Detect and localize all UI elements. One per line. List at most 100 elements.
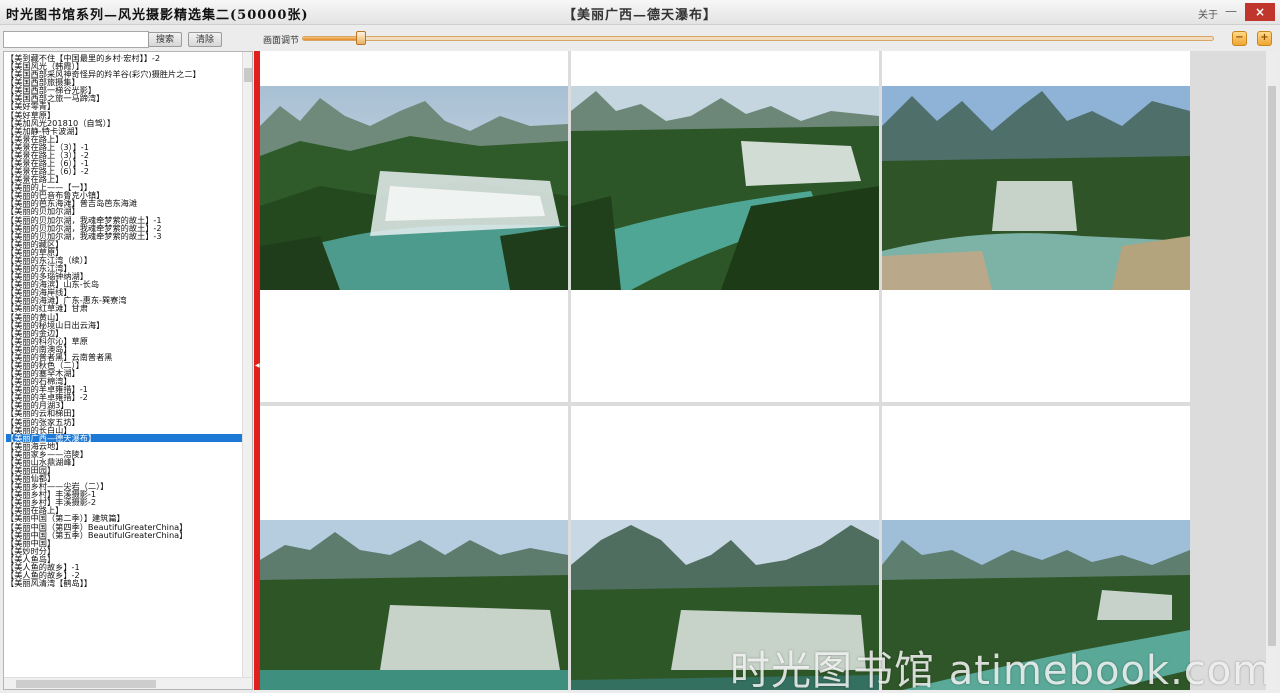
- album-list-item[interactable]: 【美国西部一梯谷光影】: [6, 86, 242, 94]
- album-list: 【美到藏不住【中国最里的乡村·宏村】】-2 【美国风光（韩霞）】 【美国西部采风神奇…: [3, 51, 253, 690]
- search-button[interactable]: 搜索: [148, 32, 182, 47]
- album-list-item[interactable]: 【美人鱼的故乡】-1: [6, 563, 242, 571]
- album-list-item[interactable]: 【美丽的海滩】广东-惠东-巽寮湾: [6, 296, 242, 304]
- album-list-item[interactable]: 【美丽的石棉湾】: [6, 377, 242, 385]
- album-list-item[interactable]: 【美丽的贝加尔湖】: [6, 207, 242, 215]
- album-list-item[interactable]: 【美景在路上（6）】-2: [6, 167, 242, 175]
- album-list-item[interactable]: 【美景在路上（3）】-1: [6, 143, 242, 151]
- album-list-item[interactable]: 【美景在路上（6）】-1: [6, 159, 242, 167]
- album-list-item[interactable]: 【美丽中国（第二季）】建筑篇】: [6, 514, 242, 522]
- album-list-item[interactable]: 【美丽的科尔沁】草原: [6, 337, 242, 345]
- album-list-item[interactable]: 【美丽的黄山】: [6, 313, 242, 321]
- album-list-item[interactable]: 【美人鱼的故乡】-2: [6, 571, 242, 579]
- list-vertical-scroll-thumb[interactable]: [244, 68, 252, 82]
- waterfall-photo: [882, 86, 1190, 290]
- album-list-item[interactable]: 【美丽的东江湾（续）】: [6, 256, 242, 264]
- album-list-item[interactable]: 【美丽中国（第四季）BeautifulGreaterChina】: [6, 523, 242, 531]
- album-list-item[interactable]: 【美加风光201810（自驾）】: [6, 119, 242, 127]
- waterfall-photo: [260, 86, 568, 290]
- photo-thumbnail[interactable]: [571, 51, 879, 402]
- title-bar: 时光图书馆系列—风光摄影精选集二(50000张) 【美丽广西—德天瀑布】 关于 …: [0, 0, 1280, 25]
- album-list-item[interactable]: 【美丽的贝加尔湖，我魂牵梦萦的故土】-1: [6, 216, 242, 224]
- gallery-vertical-scrollbar[interactable]: [1266, 51, 1278, 690]
- list-horizontal-scrollbar[interactable]: [4, 677, 252, 689]
- album-list-item[interactable]: 【美丽的多瑙钟纳湖】: [6, 272, 242, 280]
- photo-thumbnail[interactable]: [260, 406, 568, 690]
- album-list-item[interactable]: 【美丽的海滨】山东-长岛: [6, 280, 242, 288]
- album-list-item[interactable]: 【美景在路上】: [6, 175, 242, 183]
- zoom-out-button[interactable]: −: [1232, 31, 1247, 46]
- album-list-item[interactable]: 【美妙时分】: [6, 547, 242, 555]
- album-list-item[interactable]: 【美好草原】: [6, 111, 242, 119]
- zoom-slider-thumb[interactable]: [356, 31, 367, 45]
- watermark-text: 时光图书馆 atimebook.com: [730, 648, 1266, 690]
- collection-title: 【美丽广西—德天瀑布】: [562, 8, 717, 23]
- zoom-in-button[interactable]: +: [1257, 31, 1272, 46]
- album-list-item[interactable]: 【美丽的秘境山日出云海】: [6, 321, 242, 329]
- album-list-item[interactable]: 【美丽山水鼎湖峰】: [6, 458, 242, 466]
- search-input[interactable]: [3, 31, 149, 48]
- album-list-item[interactable]: 【美丽的巴音布鲁克小镇】: [6, 191, 242, 199]
- zoom-in-icon: +: [1260, 32, 1269, 43]
- album-list-item[interactable]: 【美国西部之旅一马蹄湾】: [6, 94, 242, 102]
- clear-button[interactable]: 清除: [188, 32, 222, 47]
- zoom-slider[interactable]: [302, 36, 1214, 41]
- waterfall-photo: [571, 86, 879, 290]
- photo-thumbnail[interactable]: [882, 51, 1190, 402]
- album-list-item[interactable]: 【美丽的普者黑】云南普者黑: [6, 353, 242, 361]
- album-list-item[interactable]: 【美丽的东江湾】: [6, 264, 242, 272]
- album-list-item[interactable]: 【美丽的月湖3】: [6, 401, 242, 409]
- album-list-item[interactable]: 【美丽的长白山】: [6, 426, 242, 434]
- album-list-item[interactable]: 【美丽乡村——尖岩（二）】: [6, 482, 242, 490]
- album-list-item[interactable]: 【美丽的南澳岛】: [6, 345, 242, 353]
- zoom-slider-fill: [303, 37, 363, 40]
- zoom-out-icon: −: [1235, 32, 1244, 43]
- album-list-item[interactable]: 【美丽的藏区】: [6, 240, 242, 248]
- album-list-item[interactable]: 【美丽家乡——涪陵】: [6, 450, 242, 458]
- album-list-item[interactable]: 【美人鱼岛】: [6, 555, 242, 563]
- album-list-item[interactable]: 【美丽的芭东海滩】普吉岛芭东海滩: [6, 199, 242, 207]
- album-list-item[interactable]: 【美国风光（韩霞）】: [6, 62, 242, 70]
- album-list-item[interactable]: 【美丽的上——【一】】: [6, 183, 242, 191]
- list-horizontal-scroll-thumb[interactable]: [16, 680, 156, 688]
- zoom-label: 画面调节: [263, 36, 300, 46]
- album-list-item[interactable]: 【美丽中国】: [6, 539, 242, 547]
- album-list-item[interactable]: 【美丽的金边】: [6, 329, 242, 337]
- album-list-item[interactable]: 【美丽的贝加尔湖，我魂牵梦萦的故土】-2: [6, 224, 242, 232]
- album-list-item[interactable]: 【美到藏不住【中国最里的乡村·宏村】】-2: [6, 54, 242, 62]
- album-list-item[interactable]: 【美景在路上（3）】-2: [6, 151, 242, 159]
- album-list-item[interactable]: 【美丽的张家五坊】: [6, 418, 242, 426]
- splitter-grip-icon: ◀: [255, 362, 260, 369]
- album-list-item[interactable]: 【美国西部采风神奇怪异的羚羊谷(彩穴)摄胜片之二】: [6, 70, 242, 78]
- album-list-item[interactable]: 【美好零青】: [6, 102, 242, 110]
- album-list-item[interactable]: 【美丽的海岸线】: [6, 288, 242, 296]
- album-list-item[interactable]: 【美丽的羊卓雍措】-2: [6, 393, 242, 401]
- album-list-item[interactable]: 【美丽的云和梯田】: [6, 409, 242, 417]
- album-list-item[interactable]: 【美丽乡村】丰溪摄影-1: [6, 490, 242, 498]
- album-list-item[interactable]: 【美丽中国（第五季）BeautifulGreaterChina】: [6, 531, 242, 539]
- photo-gallery: 时光图书馆 atimebook.com: [260, 51, 1266, 690]
- album-list-item[interactable]: 【美丽风清湾【鹤岛】】: [6, 579, 242, 587]
- list-vertical-scrollbar[interactable]: [242, 52, 252, 677]
- album-list-item[interactable]: 【美丽乡村】丰溪摄影-2: [6, 498, 242, 506]
- album-list-item[interactable]: 【美丽广西—德天瀑布】: [6, 433, 242, 442]
- album-list-item[interactable]: 【美丽的塞罕木湖】: [6, 369, 242, 377]
- album-list-item[interactable]: 【美丽仙都】: [6, 474, 242, 482]
- minimize-button[interactable]: —: [1222, 3, 1240, 21]
- photo-thumbnail[interactable]: [260, 51, 568, 402]
- album-list-item[interactable]: 【美丽田园】: [6, 466, 242, 474]
- album-list-item[interactable]: 【美国西部旅摄集】: [6, 78, 242, 86]
- close-button[interactable]: ×: [1245, 3, 1275, 21]
- about-link[interactable]: 关于: [1198, 6, 1218, 21]
- album-list-item[interactable]: 【美丽的红草滩】甘肃: [6, 304, 242, 312]
- album-list-item[interactable]: 【美丽的贝加尔湖，我魂牵梦萦的故土】-3: [6, 232, 242, 240]
- album-list-item[interactable]: 【美丽的羊卓雍措】-1: [6, 385, 242, 393]
- gallery-vertical-scroll-thumb[interactable]: [1268, 86, 1276, 646]
- album-list-items: 【美到藏不住【中国最里的乡村·宏村】】-2 【美国风光（韩霞）】 【美国西部采风神奇…: [6, 54, 242, 587]
- album-list-item[interactable]: 【美丽的草原】: [6, 248, 242, 256]
- album-list-item[interactable]: 【美丽的秋色（二）】: [6, 361, 242, 369]
- album-list-item[interactable]: 【美丽在路上】: [6, 506, 242, 514]
- album-list-item[interactable]: 【美加静-特卡波湖】: [6, 127, 242, 135]
- album-list-item[interactable]: 【美丽海云地】: [6, 442, 242, 450]
- album-list-item[interactable]: 【美景在路上】: [6, 135, 242, 143]
